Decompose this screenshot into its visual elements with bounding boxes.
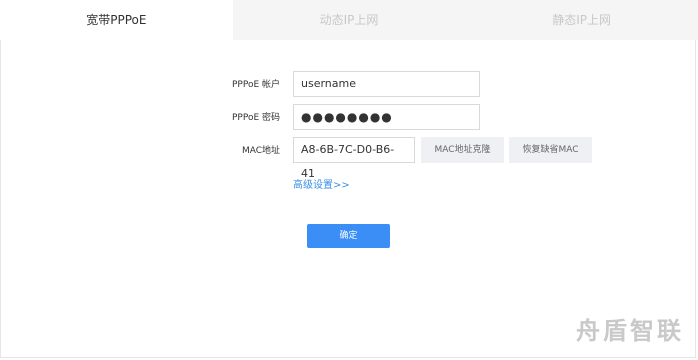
pppoe-password-row: PPPoE 密码 ●●●●●●●●	[0, 104, 698, 132]
mac-row: MAC地址 A8-6B-7C-D0-B6-41 MAC地址克隆 恢复缺省MAC	[0, 137, 698, 180]
pppoe-account-label: PPPoE 帐户	[231, 80, 280, 90]
pppoe-password-input[interactable]: ●●●●●●●●	[293, 104, 480, 130]
tab-pppoe[interactable]: 宽带PPPoE	[0, 0, 233, 40]
tab-static-ip[interactable]: 静态IP上网	[465, 0, 698, 40]
pppoe-account-input[interactable]: username	[293, 71, 480, 97]
mac-address-input[interactable]: A8-6B-7C-D0-B6-41	[293, 137, 415, 180]
pppoe-password-label: PPPoE 密码	[231, 113, 280, 123]
confirm-button[interactable]: 确定	[307, 224, 390, 248]
restore-default-mac-button[interactable]: 恢复缺省MAC	[509, 137, 592, 163]
tab-dynamic-ip[interactable]: 动态IP上网	[232, 0, 466, 40]
brand-watermark: 舟盾智联	[576, 317, 684, 345]
tab-bar: 宽带PPPoE 动态IP上网 静态IP上网	[0, 0, 698, 40]
pppoe-account-row: PPPoE 帐户 username	[0, 71, 698, 99]
mac-label: MAC地址	[241, 146, 280, 156]
mac-clone-button[interactable]: MAC地址克隆	[421, 137, 504, 163]
advanced-settings-link[interactable]: 高级设置>>	[293, 176, 350, 191]
